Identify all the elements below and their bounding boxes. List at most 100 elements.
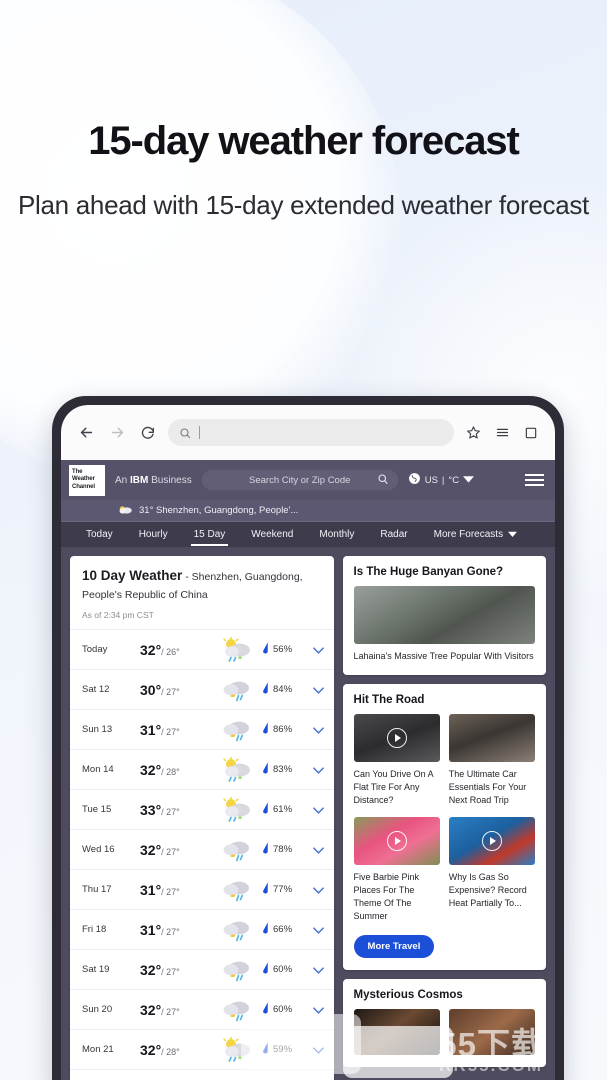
precip-chance: 66% <box>262 922 313 937</box>
list-item[interactable]: The Ultimate Car Essentials For Your Nex… <box>448 714 535 807</box>
site-header: The Weather Channel An IBM Business Sear… <box>61 460 555 500</box>
banyan-thumbnail[interactable] <box>353 586 535 644</box>
forecast-row[interactable]: Tue 15 33°/ 27° 61% <box>70 790 334 830</box>
nav-item-more-forecasts[interactable]: More Forecasts <box>421 522 530 547</box>
weather-channel-logo[interactable]: The Weather Channel <box>69 464 105 496</box>
forecast-high: 31° <box>140 881 162 898</box>
page-content: 10 Day Weather - Shenzhen, Guangdong, Pe… <box>61 547 555 1080</box>
forecast-temps: 32°/ 27° <box>140 842 210 858</box>
expand-chevron-icon[interactable] <box>312 841 324 859</box>
forecast-day: Wed 16 <box>82 844 115 855</box>
forecast-row[interactable]: Today 32°/ 26° 56% <box>70 630 334 670</box>
logo-line-3: Channel <box>72 483 95 490</box>
list-item-caption: The Ultimate Car Essentials For Your Nex… <box>448 769 527 805</box>
expand-chevron-icon[interactable] <box>312 681 324 699</box>
sun-cloud-rain-icon <box>210 1036 262 1063</box>
list-item[interactable]: Why Is Gas So Expensive? Record Heat Par… <box>448 817 535 923</box>
forecast-temps: 32°/ 27° <box>140 962 210 978</box>
locale-unit-selector[interactable]: US | °C <box>408 472 475 488</box>
cosmos-thumbnail-1[interactable] <box>353 1009 440 1055</box>
nav-item-monthly[interactable]: Monthly <box>306 522 367 547</box>
expand-chevron-icon[interactable] <box>312 921 324 939</box>
forward-arrow-icon[interactable] <box>106 422 128 444</box>
forecast-low: / 27° <box>161 926 180 937</box>
expand-chevron-icon[interactable] <box>312 1001 324 1019</box>
nav-item-hourly[interactable]: Hourly <box>126 522 181 547</box>
hit-the-road-row-2: Five Barbie Pink Places For The Theme Of… <box>353 817 535 923</box>
forecast-card: 10 Day Weather - Shenzhen, Guangdong, Pe… <box>70 556 334 1080</box>
more-travel-button[interactable]: More Travel <box>353 935 435 958</box>
raindrop-icon <box>263 762 268 774</box>
forecast-high: 32° <box>140 641 162 658</box>
raindrop-icon <box>262 962 269 977</box>
forecast-row[interactable]: Sat 12 30°/ 27° 84% <box>70 670 334 710</box>
sidebar-column: Is The Huge Banyan Gone? Lahaina's Massi… <box>342 556 546 1080</box>
nav-item-today[interactable]: Today <box>73 522 126 547</box>
forecast-temps: 32°/ 28° <box>140 762 210 778</box>
flat-tire-thumbnail[interactable] <box>353 714 440 762</box>
banyan-card: Is The Huge Banyan Gone? Lahaina's Massi… <box>342 556 546 675</box>
forecast-row[interactable]: Sun 20 32°/ 27° 60% <box>70 990 334 1030</box>
forecast-high: 32° <box>140 841 162 858</box>
location-bar[interactable]: 31° Shenzhen, Guangdong, People'... <box>61 500 555 522</box>
forecast-row[interactable]: Thu 17 31°/ 27° 77% <box>70 870 334 910</box>
star-icon[interactable] <box>463 423 483 443</box>
forecast-row[interactable]: Mon 14 32°/ 28° 83% <box>70 750 334 790</box>
expand-chevron-icon[interactable] <box>312 881 324 899</box>
search-icon <box>377 473 389 488</box>
car-essentials-thumbnail[interactable] <box>448 714 535 762</box>
expand-chevron-icon[interactable] <box>312 641 324 659</box>
nav-item-15-day[interactable]: 15 Day <box>181 522 239 547</box>
list-item-caption: Can You Drive On A Flat Tire For Any Dis… <box>353 769 434 805</box>
list-item[interactable]: Can You Drive On A Flat Tire For Any Dis… <box>353 714 440 807</box>
hero-title: 15-day weather forecast <box>88 119 520 163</box>
cloud-thunder-rain-icon <box>210 717 262 743</box>
precip-value: 60% <box>273 1004 293 1015</box>
browser-menu-icon[interactable] <box>492 423 512 443</box>
back-arrow-icon[interactable] <box>75 422 97 444</box>
cloud-thunder-rain-icon <box>210 1077 262 1080</box>
raindrop-icon <box>263 1042 268 1054</box>
forecast-row[interactable]: Mon 21 32°/ 28° 59% <box>70 1030 334 1070</box>
phone-screen: The Weather Channel An IBM Business Sear… <box>61 405 555 1080</box>
expand-chevron-icon[interactable] <box>312 1041 324 1059</box>
location-text: 31° Shenzhen, Guangdong, People'... <box>139 505 299 516</box>
reload-icon[interactable] <box>137 422 159 444</box>
forecast-row[interactable]: Wed 16 32°/ 27° 78% <box>70 830 334 870</box>
barbie-pink-thumbnail[interactable] <box>353 817 440 865</box>
cosmos-thumbnails <box>353 1009 535 1055</box>
city-search-input[interactable]: Search City or Zip Code <box>201 470 398 490</box>
address-bar[interactable] <box>168 419 454 446</box>
expand-chevron-icon[interactable] <box>312 721 324 739</box>
nav-more-label: More Forecasts <box>433 529 504 540</box>
forecast-row[interactable]: Fri 18 31°/ 27° 66% <box>70 910 334 950</box>
list-item[interactable]: Five Barbie Pink Places For The Theme Of… <box>353 817 440 923</box>
sun-cloud-rain-icon <box>210 796 262 823</box>
precip-value: 56% <box>273 644 293 655</box>
cloud-thunder-rain-icon <box>210 677 262 703</box>
expand-chevron-icon[interactable] <box>312 761 324 779</box>
forecast-row[interactable]: Sat 19 32°/ 27° 60% <box>70 950 334 990</box>
forecast-nav: Today Hourly 15 Day Weekend Monthly Rada… <box>61 522 555 547</box>
forecast-low: / 27° <box>161 966 180 977</box>
forecast-row-list: Today 32°/ 26° 56% Sat 12 30°/ 27° 84% Sun 13 3… <box>70 630 334 1080</box>
forecast-row[interactable]: Sun 13 31°/ 27° 86% <box>70 710 334 750</box>
precip-chance: 61% <box>262 802 313 817</box>
forecast-temps: 33°/ 27° <box>140 802 210 818</box>
forecast-column: 10 Day Weather - Shenzhen, Guangdong, Pe… <box>70 556 334 1080</box>
banyan-caption: Lahaina's Massive Tree Popular With Visi… <box>353 651 534 661</box>
tab-square-icon[interactable] <box>521 423 541 443</box>
forecast-row[interactable]: Tue 2232°/ 28°60% <box>70 1070 334 1080</box>
precip-chance: 56% <box>262 642 313 657</box>
site-menu-icon[interactable] <box>525 474 547 486</box>
nav-item-weekend[interactable]: Weekend <box>238 522 306 547</box>
cosmos-thumbnail-2[interactable] <box>448 1009 535 1055</box>
sun-cloud-rain-icon <box>210 636 262 663</box>
raindrop-icon <box>263 882 268 894</box>
nav-item-radar[interactable]: Radar <box>367 522 420 547</box>
forecast-day: Sun 13 <box>82 724 113 735</box>
gas-price-thumbnail[interactable] <box>448 817 535 865</box>
expand-chevron-icon[interactable] <box>312 801 324 819</box>
expand-chevron-icon[interactable] <box>312 961 324 979</box>
precip-value: 61% <box>273 804 293 815</box>
